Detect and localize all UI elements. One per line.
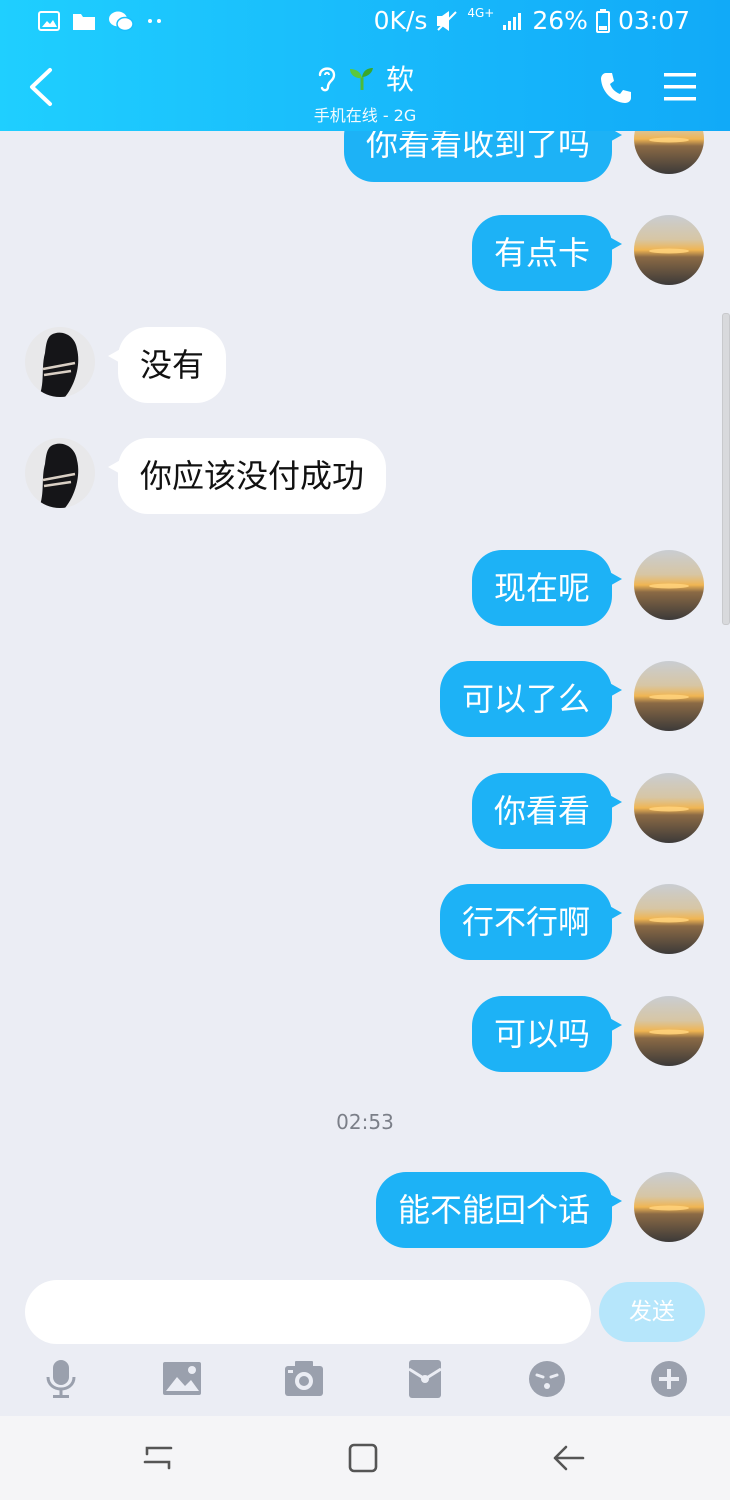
outgoing-message[interactable]: 能不能回个话 [375,1172,623,1248]
status-bar: 0K/s 4G+ 26% 03:07 [0,0,730,44]
red-packet-icon[interactable] [404,1359,446,1399]
image-icon[interactable] [161,1359,203,1399]
incoming-message[interactable]: 你应该没付成功 [107,438,387,514]
folder-notification-icon [73,14,95,30]
status-indicators: 0K/s 4G+ 26% 03:07 [374,6,690,35]
contact-avatar[interactable] [25,438,95,508]
outgoing-message[interactable]: 你看看 [471,773,623,849]
outgoing-message[interactable]: 可以吗 [471,996,623,1072]
incoming-message[interactable]: 没有 [107,327,227,403]
my-avatar[interactable] [634,884,704,954]
my-avatar[interactable] [634,996,704,1066]
signal-icon [503,12,522,30]
more-notifications-icon [148,19,161,23]
gallery-notification-icon [38,11,60,31]
my-avatar[interactable] [634,215,704,285]
outgoing-message[interactable]: 行不行啊 [439,884,623,960]
outgoing-message[interactable]: 现在呢 [471,550,623,626]
recent-apps-icon[interactable] [140,1440,176,1476]
my-avatar[interactable] [634,773,704,843]
outgoing-message[interactable]: 可以了么 [439,661,623,737]
contact-avatar[interactable] [25,327,95,397]
home-icon[interactable] [345,1440,381,1476]
wechat-notification-icon [109,11,134,32]
my-avatar[interactable] [634,550,704,620]
my-avatar[interactable] [634,1172,704,1242]
emoji-icon[interactable] [526,1359,568,1399]
outgoing-message[interactable]: 有点卡 [471,215,623,291]
notification-icons [38,10,164,32]
input-bar: 发送 [0,1271,730,1416]
message-list[interactable]: 你看看收到了吗 有点卡 没有 你应该没付成功 现在呢 可以了么 你看看 行不行啊… [0,131,730,1271]
scrollbar[interactable] [722,313,730,625]
mute-vibrate-icon [437,10,458,31]
outgoing-message[interactable]: 你看看收到了吗 [343,131,623,182]
system-nav-bar [0,1416,730,1500]
battery-percent: 26% [532,6,588,35]
network-type: 4G+ [467,6,495,20]
my-avatar[interactable] [634,131,704,174]
microphone-icon[interactable] [40,1359,82,1399]
my-avatar[interactable] [634,661,704,731]
message-timestamp: 02:53 [336,1110,394,1134]
battery-icon [595,8,610,33]
ear-mode-icon [318,67,336,92]
camera-icon[interactable] [283,1359,325,1399]
clock: 03:07 [617,6,690,35]
network-speed: 0K/s [373,6,428,35]
chat-header: 0K/s 4G+ 26% 03:07 软 手机在线 - 2G [0,0,730,131]
phone-call-icon[interactable] [598,70,634,106]
contact-name: 软 [385,63,414,96]
back-nav-icon[interactable] [550,1440,586,1476]
menu-icon[interactable] [662,70,698,104]
input-toolbar [0,1359,730,1399]
plus-icon[interactable] [648,1359,690,1399]
sprout-icon [349,68,373,90]
send-button[interactable]: 发送 [599,1282,705,1342]
message-input[interactable] [25,1280,591,1344]
